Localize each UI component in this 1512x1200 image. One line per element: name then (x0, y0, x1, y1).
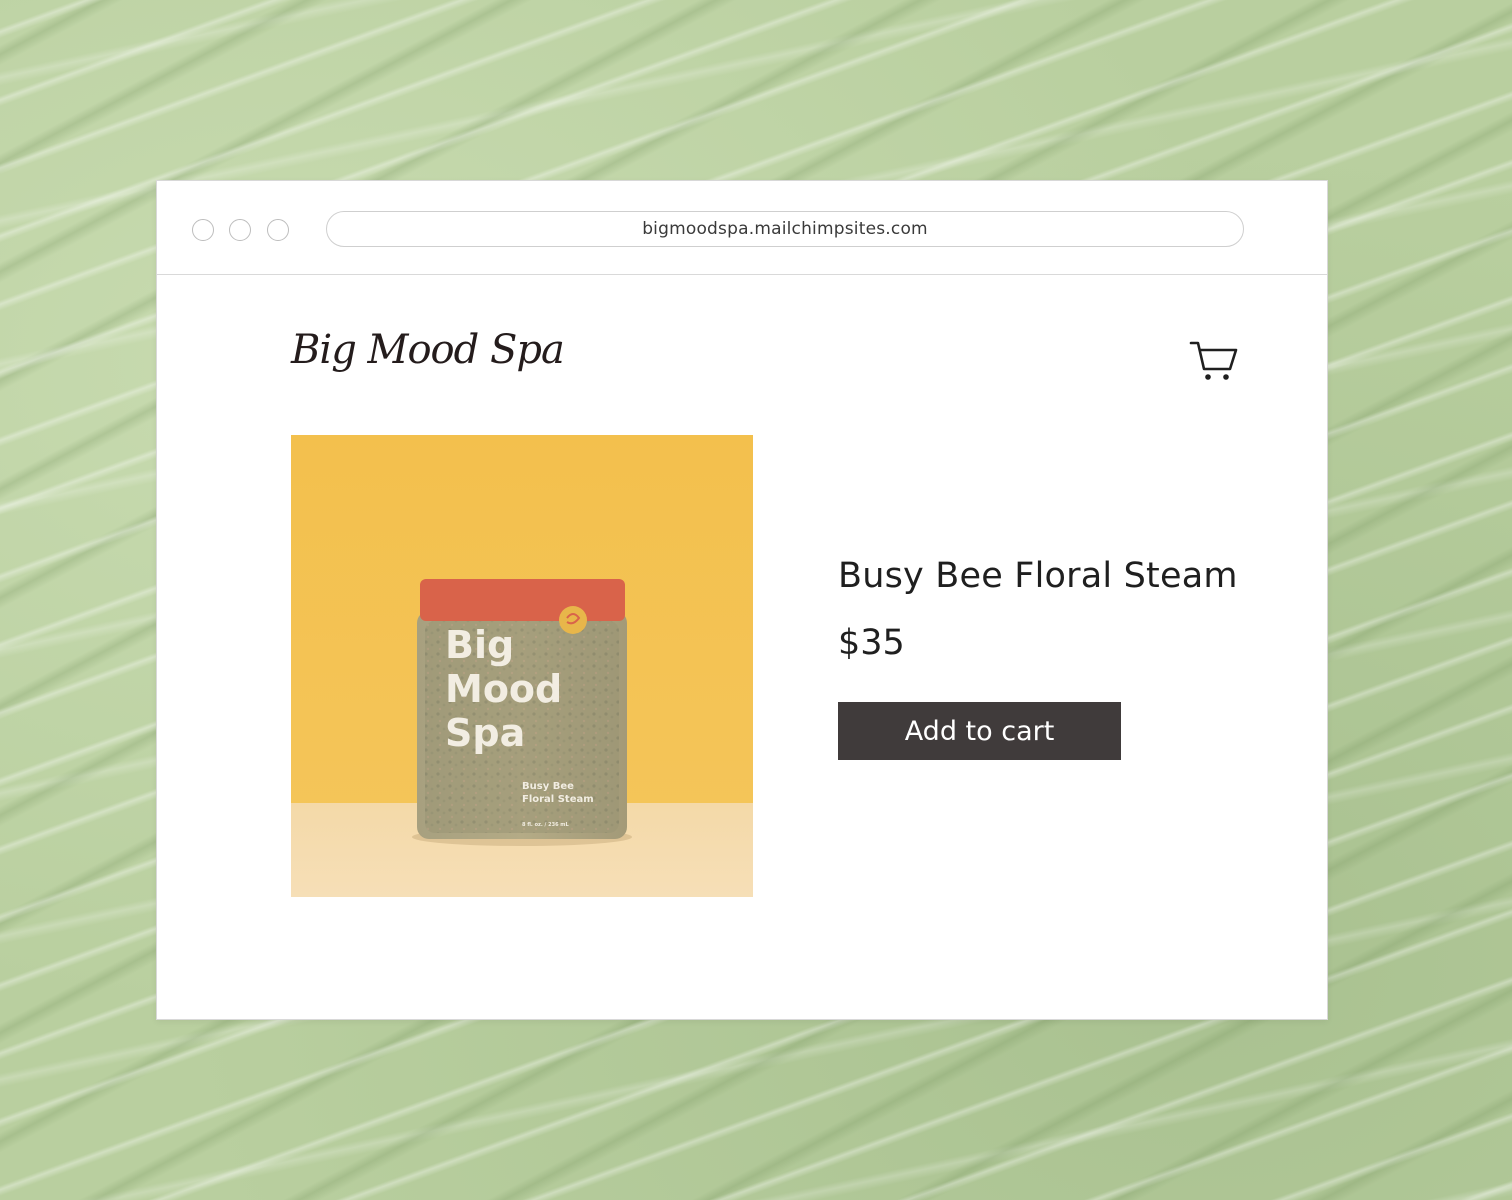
add-to-cart-button[interactable]: Add to cart (838, 702, 1121, 760)
shopping-cart-icon[interactable] (1189, 339, 1239, 383)
window-close-button[interactable] (192, 219, 214, 241)
site-logo[interactable]: Big Mood Spa (291, 327, 565, 373)
address-bar[interactable]: bigmoodspa.mailchimpsites.com (326, 211, 1244, 247)
product-price: $35 (838, 623, 905, 663)
add-to-cart-label: Add to cart (904, 715, 1055, 747)
window-minimize-button[interactable] (229, 219, 251, 241)
address-bar-url: bigmoodspa.mailchimpsites.com (642, 219, 928, 239)
product-image[interactable]: Big Mood Spa Busy Bee Floral Steam 8 fl.… (291, 435, 753, 897)
jar-brand-line-3: Spa (445, 711, 525, 755)
product-photo: Big Mood Spa Busy Bee Floral Steam 8 fl.… (291, 435, 753, 897)
product-title: Busy Bee Floral Steam (838, 556, 1238, 596)
window-maximize-button[interactable] (267, 219, 289, 241)
jar-volume: 8 fl. oz. / 236 mL (522, 822, 570, 828)
jar-brand-line-1: Big (445, 623, 514, 667)
browser-window: bigmoodspa.mailchimpsites.com Big Mood S… (156, 180, 1328, 1020)
jar-product-line-1: Busy Bee (522, 781, 574, 792)
jar-brand-line-2: Mood (445, 667, 562, 711)
jar-product-line-2: Floral Steam (522, 794, 594, 805)
browser-toolbar: bigmoodspa.mailchimpsites.com (157, 181, 1327, 275)
